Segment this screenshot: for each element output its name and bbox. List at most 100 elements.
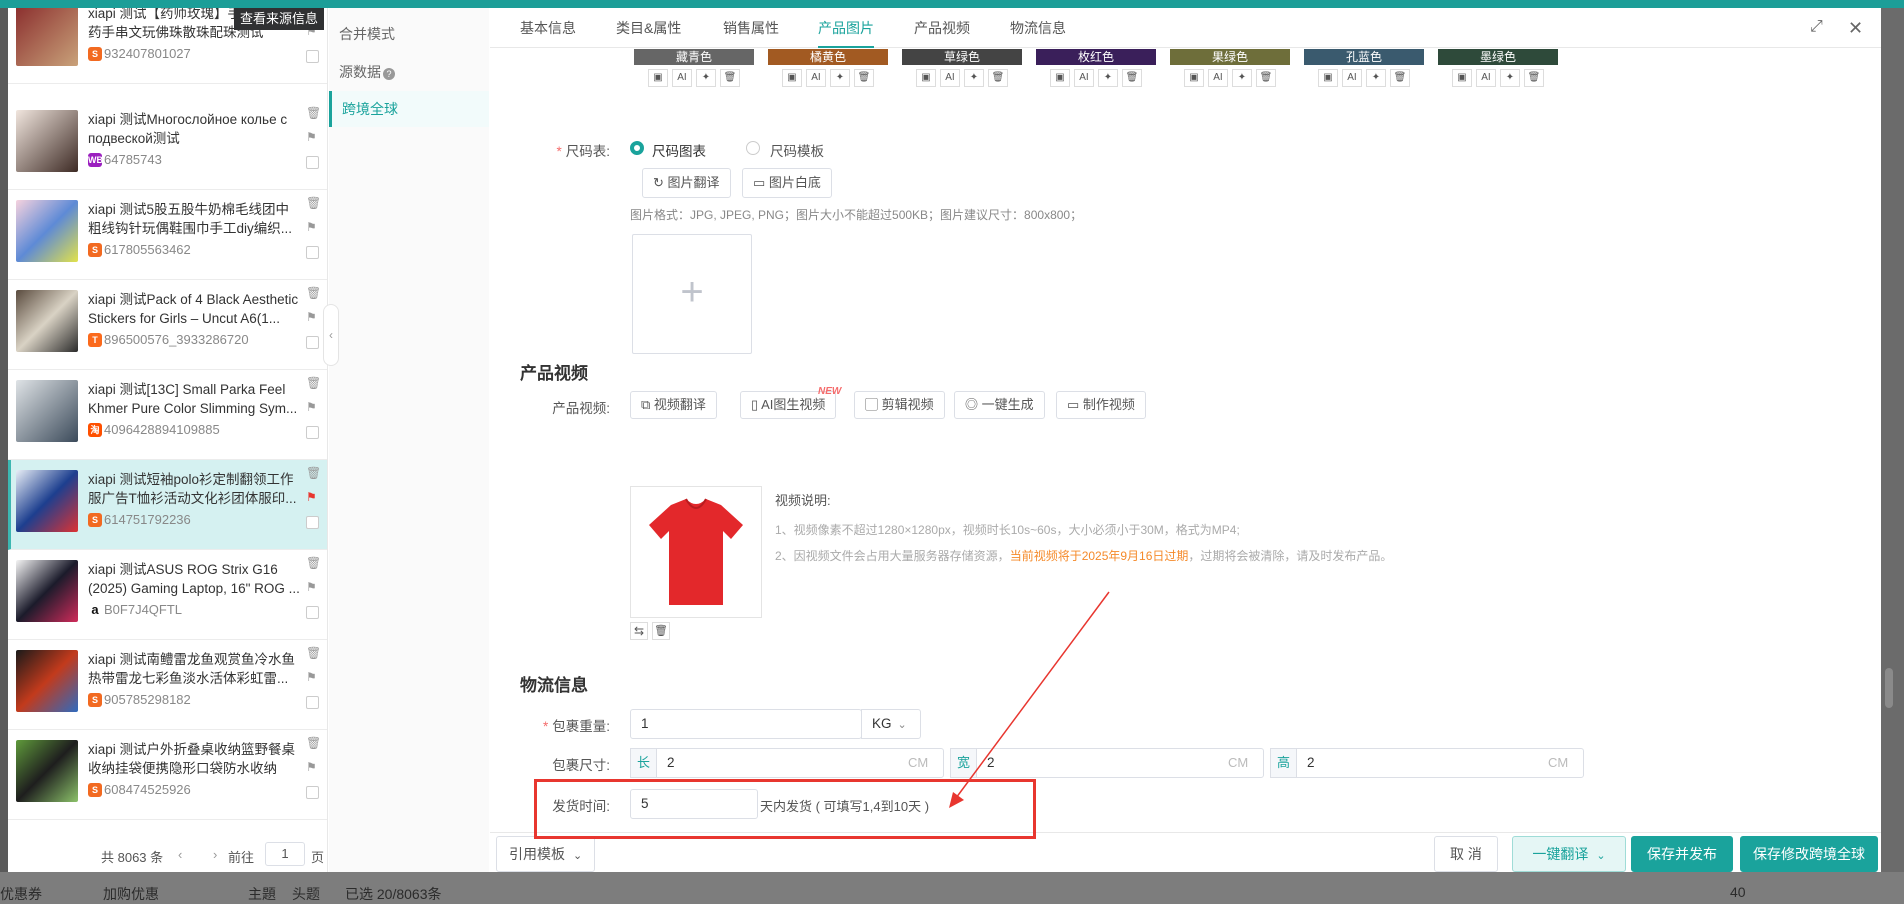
magic-wand-icon[interactable]: ✦: [1500, 69, 1520, 87]
magic-wand-icon[interactable]: ✦: [1098, 69, 1118, 87]
length-input[interactable]: 2: [656, 748, 944, 778]
delete-icon[interactable]: 🗑: [306, 286, 321, 300]
prev-page-icon[interactable]: ‹: [178, 847, 182, 862]
apply-template-button[interactable]: 引用模板 ⌄: [496, 836, 596, 872]
width-input[interactable]: 2: [976, 748, 1264, 778]
close-icon[interactable]: ✕: [1848, 18, 1863, 39]
delete-icon[interactable]: 🗑: [306, 736, 321, 750]
image-edit-icon[interactable]: ▣: [1318, 69, 1338, 87]
list-item[interactable]: xiapi 测试[13C] Small Parka Feel Khmer Pur…: [8, 370, 327, 460]
nav-source-data[interactable]: 源数据?: [329, 54, 489, 90]
delete-icon[interactable]: 🗑: [306, 376, 321, 390]
list-item-selected[interactable]: xiapi 测试短袖polo衫定制翻领工作服广告T恤衫活动文化衫团体服印... …: [8, 460, 327, 550]
one-click-translate-button[interactable]: 一键翻译 ⌄: [1512, 836, 1626, 872]
upload-plus-icon[interactable]: +: [632, 234, 752, 354]
delete-icon[interactable]: 🗑: [854, 69, 874, 87]
delete-icon[interactable]: 🗑: [306, 646, 321, 660]
flag-icon[interactable]: ⚑: [306, 130, 318, 144]
delete-icon[interactable]: 🗑: [720, 69, 740, 87]
tab-logistics[interactable]: 物流信息: [1010, 8, 1066, 48]
magic-wand-icon[interactable]: ✦: [1366, 69, 1386, 87]
select-checkbox[interactable]: [306, 156, 319, 169]
select-checkbox[interactable]: [306, 696, 319, 709]
flag-icon[interactable]: ⚑: [306, 580, 318, 594]
image-translate-button[interactable]: ↻ 图片翻译: [642, 168, 731, 198]
image-edit-icon[interactable]: ▣: [648, 69, 668, 87]
select-checkbox[interactable]: [306, 336, 319, 349]
save-cross-border-button[interactable]: 保存修改跨境全球: [1740, 836, 1878, 872]
replace-video-icon[interactable]: ⇆: [630, 622, 648, 640]
edit-video-button[interactable]: ▢ 剪辑视频: [854, 391, 945, 419]
flag-icon[interactable]: ⚑: [306, 490, 318, 504]
ai-icon[interactable]: AI: [1342, 69, 1362, 87]
fullscreen-icon[interactable]: ⤢: [1810, 18, 1823, 36]
image-edit-icon[interactable]: ▣: [1452, 69, 1472, 87]
tab-basic-info[interactable]: 基本信息: [520, 8, 576, 48]
help-icon[interactable]: ?: [383, 68, 395, 80]
magic-wand-icon[interactable]: ✦: [1232, 69, 1252, 87]
select-checkbox[interactable]: [306, 516, 319, 529]
ai-icon[interactable]: AI: [672, 69, 692, 87]
flag-icon[interactable]: ⚑: [306, 220, 318, 234]
size-template-radio[interactable]: [746, 141, 760, 155]
tab-category[interactable]: 类目&属性: [616, 8, 681, 48]
image-edit-icon[interactable]: ▣: [1184, 69, 1204, 87]
ai-icon[interactable]: AI: [806, 69, 826, 87]
flag-icon[interactable]: ⚑: [306, 310, 318, 324]
delete-icon[interactable]: 🗑: [1524, 69, 1544, 87]
delete-video-icon[interactable]: 🗑: [652, 622, 670, 640]
nav-merge-mode[interactable]: 合并模式: [329, 16, 489, 52]
image-edit-icon[interactable]: ▣: [1050, 69, 1070, 87]
list-item[interactable]: xiapi 测试南鳢雷龙鱼观赏鱼冷水鱼热带雷龙七彩鱼淡水活体彩虹雷... S 9…: [8, 640, 327, 730]
ai-icon[interactable]: AI: [1476, 69, 1496, 87]
cancel-button[interactable]: 取 消: [1434, 836, 1498, 872]
delete-icon[interactable]: 🗑: [1122, 69, 1142, 87]
ai-icon[interactable]: AI: [1208, 69, 1228, 87]
save-and-publish-button[interactable]: 保存并发布: [1631, 836, 1733, 872]
list-item[interactable]: xiapi 测试ASUS ROG Strix G16 (2025) Gaming…: [8, 550, 327, 640]
weight-input[interactable]: 1: [630, 709, 862, 739]
select-checkbox[interactable]: [306, 426, 319, 439]
size-chart-radio[interactable]: [630, 141, 644, 155]
magic-wand-icon[interactable]: ✦: [830, 69, 850, 87]
next-page-icon[interactable]: ›: [213, 847, 217, 862]
background-scrollbar[interactable]: [1885, 668, 1893, 708]
list-item[interactable]: xiapi 测试Pack of 4 Black Aesthetic Sticke…: [8, 280, 327, 370]
select-checkbox[interactable]: [306, 246, 319, 259]
select-checkbox[interactable]: [306, 50, 319, 63]
image-edit-icon[interactable]: ▣: [782, 69, 802, 87]
delete-icon[interactable]: 🗑: [988, 69, 1008, 87]
make-video-button[interactable]: ▭ 制作视频: [1056, 391, 1146, 419]
select-checkbox[interactable]: [306, 786, 319, 799]
white-background-button[interactable]: ▭ 图片白底: [742, 168, 832, 198]
tab-product-images[interactable]: 产品图片: [818, 8, 874, 48]
flag-icon[interactable]: ⚑: [306, 760, 318, 774]
magic-wand-icon[interactable]: ✦: [696, 69, 716, 87]
delete-icon[interactable]: 🗑: [1256, 69, 1276, 87]
list-item[interactable]: xiapi 测试5股五股牛奶棉毛线团中粗线钩针玩偶鞋围巾手工diy编织... S…: [8, 190, 327, 280]
delete-icon[interactable]: 🗑: [1390, 69, 1410, 87]
delete-icon[interactable]: 🗑: [306, 466, 321, 480]
list-item[interactable]: xiapi 测试户外折叠桌收纳篮野餐桌收纳挂袋便携隐形口袋防水收纳袋... S …: [8, 730, 327, 820]
video-thumbnail[interactable]: [630, 486, 762, 618]
tab-sales-attrs[interactable]: 销售属性: [723, 8, 779, 48]
page-input[interactable]: 1: [265, 842, 305, 866]
list-item[interactable]: xiapi 测试Многослойное колье с подвеской测试…: [8, 100, 327, 190]
delete-icon[interactable]: 🗑: [306, 196, 321, 210]
magic-wand-icon[interactable]: ✦: [964, 69, 984, 87]
tab-product-video[interactable]: 产品视频: [914, 8, 970, 48]
select-checkbox[interactable]: [306, 606, 319, 619]
weight-unit-select[interactable]: KG ⌄: [861, 709, 921, 739]
delete-icon[interactable]: 🗑: [306, 106, 321, 120]
flag-icon[interactable]: ⚑: [306, 670, 318, 684]
video-translate-button[interactable]: ⧉ 视频翻译: [630, 391, 717, 419]
height-input[interactable]: 2: [1296, 748, 1584, 778]
ai-icon[interactable]: AI: [1074, 69, 1094, 87]
ai-icon[interactable]: AI: [940, 69, 960, 87]
delete-icon[interactable]: 🗑: [306, 556, 321, 570]
one-click-generate-button[interactable]: ◎ 一键生成: [954, 391, 1045, 419]
flag-icon[interactable]: ⚑: [306, 400, 318, 414]
image-edit-icon[interactable]: ▣: [916, 69, 936, 87]
collapse-list-icon[interactable]: ‹: [323, 304, 339, 366]
nav-cross-border[interactable]: 跨境全球: [329, 91, 489, 127]
